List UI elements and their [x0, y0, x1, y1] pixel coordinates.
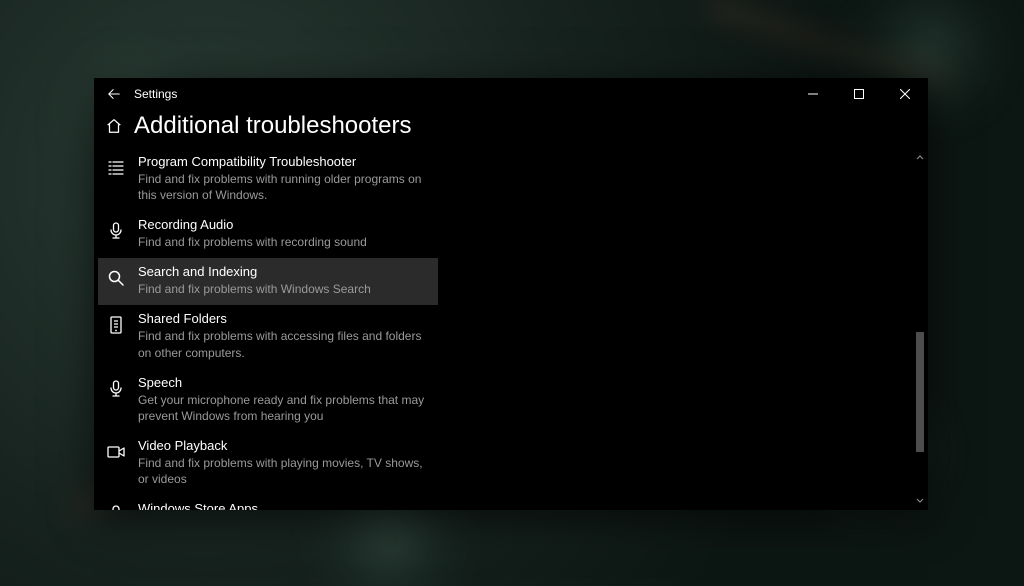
item-desc: Find and fix problems with accessing fil… — [138, 328, 428, 360]
page-header: Additional troubleshooters — [94, 110, 928, 148]
item-desc: Find and fix problems with running older… — [138, 171, 428, 203]
microphone-icon — [104, 219, 128, 243]
chevron-up-icon — [916, 154, 924, 162]
chevron-down-icon — [916, 496, 924, 504]
home-icon — [105, 117, 123, 135]
search-icon — [104, 266, 128, 290]
item-title: Search and Indexing — [138, 264, 371, 281]
window-title: Settings — [128, 87, 177, 101]
microphone-icon — [104, 377, 128, 401]
titlebar: Settings — [94, 78, 928, 110]
item-title: Recording Audio — [138, 217, 367, 234]
item-title: Shared Folders — [138, 311, 428, 328]
scroll-down-button[interactable] — [914, 494, 926, 506]
scroll-thumb[interactable] — [916, 332, 924, 452]
close-icon — [900, 89, 910, 99]
item-program-compat[interactable]: Program Compatibility Troubleshooter Fin… — [98, 148, 438, 211]
maximize-icon — [854, 89, 864, 99]
item-store-apps[interactable]: Windows Store Apps Troubleshoot problems… — [98, 495, 438, 510]
item-title: Speech — [138, 375, 428, 392]
home-button[interactable] — [100, 117, 128, 135]
list-icon — [104, 156, 128, 180]
item-desc: Find and fix problems with recording sou… — [138, 234, 367, 250]
arrow-left-icon — [107, 87, 121, 101]
scroll-up-button[interactable] — [914, 152, 926, 164]
item-title: Windows Store Apps — [138, 501, 428, 510]
item-title: Video Playback — [138, 438, 428, 455]
store-icon — [104, 503, 128, 510]
video-icon — [104, 440, 128, 464]
settings-window: Settings Additional troubleshooters — [94, 78, 928, 510]
item-video-playback[interactable]: Video Playback Find and fix problems wit… — [98, 432, 438, 495]
server-icon — [104, 313, 128, 337]
minimize-button[interactable] — [790, 78, 836, 110]
item-recording-audio[interactable]: Recording Audio Find and fix problems wi… — [98, 211, 438, 258]
item-speech[interactable]: Speech Get your microphone ready and fix… — [98, 369, 438, 432]
content-area: Program Compatibility Troubleshooter Fin… — [94, 148, 928, 510]
minimize-icon — [808, 89, 818, 99]
back-button[interactable] — [100, 78, 128, 110]
item-shared-folders[interactable]: Shared Folders Find and fix problems wit… — [98, 305, 438, 368]
scrollbar[interactable] — [914, 152, 926, 506]
maximize-button[interactable] — [836, 78, 882, 110]
window-controls — [790, 78, 928, 110]
item-search-indexing[interactable]: Search and Indexing Find and fix problem… — [98, 258, 438, 305]
item-desc: Find and fix problems with playing movie… — [138, 455, 428, 487]
item-desc: Find and fix problems with Windows Searc… — [138, 281, 371, 297]
troubleshooter-list: Program Compatibility Troubleshooter Fin… — [94, 148, 912, 510]
page-title: Additional troubleshooters — [128, 112, 412, 140]
close-button[interactable] — [882, 78, 928, 110]
item-desc: Get your microphone ready and fix proble… — [138, 392, 428, 424]
item-title: Program Compatibility Troubleshooter — [138, 154, 428, 171]
